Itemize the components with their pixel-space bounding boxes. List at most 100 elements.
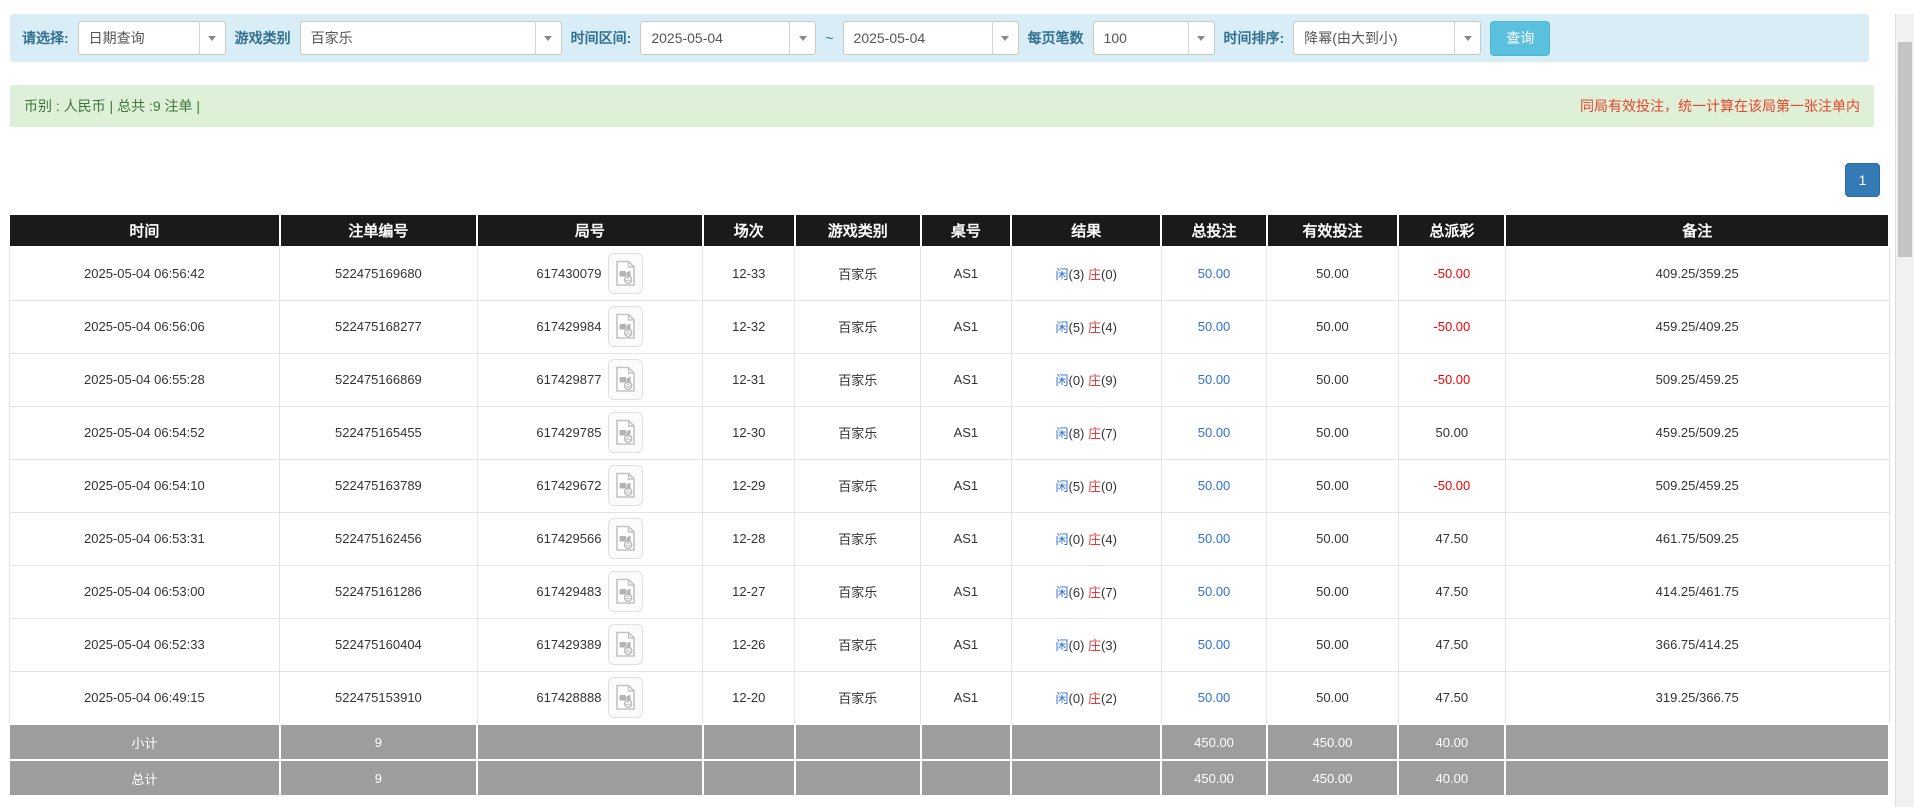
subtotal-count: 9 — [280, 724, 477, 760]
cell-total-bet: 50.00 — [1161, 300, 1266, 353]
pagination: 1 — [0, 163, 1880, 197]
cell-time: 2025-05-04 06:49:15 — [9, 671, 280, 724]
search-button[interactable]: 查询 — [1490, 21, 1550, 56]
total-bet-link[interactable]: 50.00 — [1198, 531, 1231, 546]
cell-result: 闲(6) 庄(7) — [1011, 565, 1161, 618]
total-bet-link[interactable]: 50.00 — [1198, 584, 1231, 599]
video-replay-button[interactable] — [608, 253, 643, 294]
cell-bet-id: 522475169680 — [280, 247, 477, 300]
cell-round-id: 617429566 — [477, 512, 703, 565]
game-type-select[interactable]: 百家乐 — [300, 21, 562, 55]
video-replay-button[interactable] — [608, 518, 643, 559]
page-1-button[interactable]: 1 — [1845, 163, 1880, 197]
cell-bet-id: 522475161286 — [280, 565, 477, 618]
cell-valid-bet: 50.00 — [1267, 300, 1399, 353]
video-replay-icon — [615, 578, 636, 605]
query-type-value: 日期查询 — [79, 22, 199, 54]
video-replay-icon — [615, 525, 636, 552]
cell-round-id: 617429389 — [477, 618, 703, 671]
cell-payout: -50.00 — [1398, 300, 1505, 353]
banker-result-score: (7) — [1101, 426, 1117, 441]
total-bet-link[interactable]: 50.00 — [1198, 372, 1231, 387]
cell-remark: 459.25/409.25 — [1505, 300, 1889, 353]
cell-game-type: 百家乐 — [795, 618, 921, 671]
player-result-score: (0) — [1068, 373, 1084, 388]
scrollbar-thumb[interactable] — [1898, 42, 1912, 257]
cell-result: 闲(0) 庄(2) — [1011, 671, 1161, 724]
cell-time: 2025-05-04 06:56:42 — [9, 247, 280, 300]
table-body: 2025-05-04 06:56:42 522475169680 6174300… — [9, 247, 1889, 724]
cell-payout: -50.00 — [1398, 247, 1505, 300]
subtotal-payout: 40.00 — [1398, 724, 1505, 760]
total-bet-link[interactable]: 50.00 — [1198, 478, 1231, 493]
cell-valid-bet: 50.00 — [1267, 406, 1399, 459]
banker-result-label: 庄 — [1088, 532, 1101, 547]
video-replay-button[interactable] — [608, 306, 643, 347]
cell-valid-bet: 50.00 — [1267, 247, 1399, 300]
cell-result: 闲(5) 庄(0) — [1011, 459, 1161, 512]
video-replay-icon — [615, 313, 636, 340]
cell-remark: 459.25/509.25 — [1505, 406, 1889, 459]
table-row: 2025-05-04 06:56:06 522475168277 6174299… — [9, 300, 1889, 353]
table-row: 2025-05-04 06:53:31 522475162456 6174295… — [9, 512, 1889, 565]
date-range-label: 时间区间: — [571, 28, 632, 48]
player-result-score: (5) — [1068, 320, 1084, 335]
player-result-score: (6) — [1068, 585, 1084, 600]
cell-result: 闲(0) 庄(4) — [1011, 512, 1161, 565]
date-from-select[interactable]: 2025-05-04 — [640, 21, 816, 55]
betting-records-page: 请选择: 日期查询 游戏类别 百家乐 时间区间: 2025-05-04 ~ 20… — [0, 14, 1914, 807]
cell-payout: -50.00 — [1398, 353, 1505, 406]
header-result: 结果 — [1011, 214, 1161, 247]
cell-total-bet: 50.00 — [1161, 565, 1266, 618]
cell-session: 12-32 — [703, 300, 795, 353]
page-size-select[interactable]: 100 — [1093, 21, 1215, 55]
time-sort-select[interactable]: 降幂(由大到小) — [1293, 21, 1481, 55]
cell-payout: -50.00 — [1398, 459, 1505, 512]
video-replay-button[interactable] — [608, 412, 643, 453]
cell-remark: 509.25/459.25 — [1505, 353, 1889, 406]
cell-result: 闲(0) 庄(9) — [1011, 353, 1161, 406]
total-bet-link[interactable]: 50.00 — [1198, 319, 1231, 334]
subtotal-label: 小计 — [9, 724, 280, 760]
cell-time: 2025-05-04 06:53:31 — [9, 512, 280, 565]
banker-result-label: 庄 — [1088, 638, 1101, 653]
banker-result-score: (4) — [1101, 320, 1117, 335]
cell-time: 2025-05-04 06:53:00 — [9, 565, 280, 618]
video-replay-button[interactable] — [608, 359, 643, 400]
cell-total-bet: 50.00 — [1161, 618, 1266, 671]
cell-time: 2025-05-04 06:52:33 — [9, 618, 280, 671]
date-range-tilde: ~ — [825, 30, 833, 46]
cell-bet-id: 522475162456 — [280, 512, 477, 565]
video-replay-button[interactable] — [608, 571, 643, 612]
bet-records-table: 时间 注单编号 局号 场次 游戏类别 桌号 结果 总投注 有效投注 总派彩 备注… — [8, 213, 1890, 797]
video-replay-button[interactable] — [608, 624, 643, 665]
cell-table-no: AS1 — [921, 300, 1011, 353]
cell-round-id: 617429785 — [477, 406, 703, 459]
date-from-value: 2025-05-04 — [641, 22, 789, 54]
round-id-text: 617429785 — [536, 425, 601, 440]
player-result-label: 闲 — [1055, 638, 1068, 653]
cell-time: 2025-05-04 06:54:52 — [9, 406, 280, 459]
header-payout: 总派彩 — [1398, 214, 1505, 247]
total-bet-link[interactable]: 50.00 — [1198, 637, 1231, 652]
date-to-select[interactable]: 2025-05-04 — [843, 21, 1019, 55]
cell-result: 闲(3) 庄(0) — [1011, 247, 1161, 300]
cell-total-bet: 50.00 — [1161, 353, 1266, 406]
total-bet-link[interactable]: 50.00 — [1198, 266, 1231, 281]
round-id-text: 617429877 — [536, 372, 601, 387]
query-type-select[interactable]: 日期查询 — [78, 21, 226, 55]
filter-bar: 请选择: 日期查询 游戏类别 百家乐 时间区间: 2025-05-04 ~ 20… — [10, 14, 1869, 62]
total-bet-link[interactable]: 50.00 — [1198, 690, 1231, 705]
total-bet-link[interactable]: 50.00 — [1198, 425, 1231, 440]
cell-valid-bet: 50.00 — [1267, 512, 1399, 565]
cell-table-no: AS1 — [921, 459, 1011, 512]
video-replay-icon — [615, 419, 636, 446]
cell-time: 2025-05-04 06:55:28 — [9, 353, 280, 406]
video-replay-button[interactable] — [608, 465, 643, 506]
header-remark: 备注 — [1505, 214, 1889, 247]
vertical-scrollbar[interactable] — [1895, 14, 1914, 807]
caret-down-icon — [1454, 22, 1480, 54]
player-result-score: (3) — [1068, 267, 1084, 282]
video-replay-button[interactable] — [608, 677, 643, 718]
cell-result: 闲(8) 庄(7) — [1011, 406, 1161, 459]
